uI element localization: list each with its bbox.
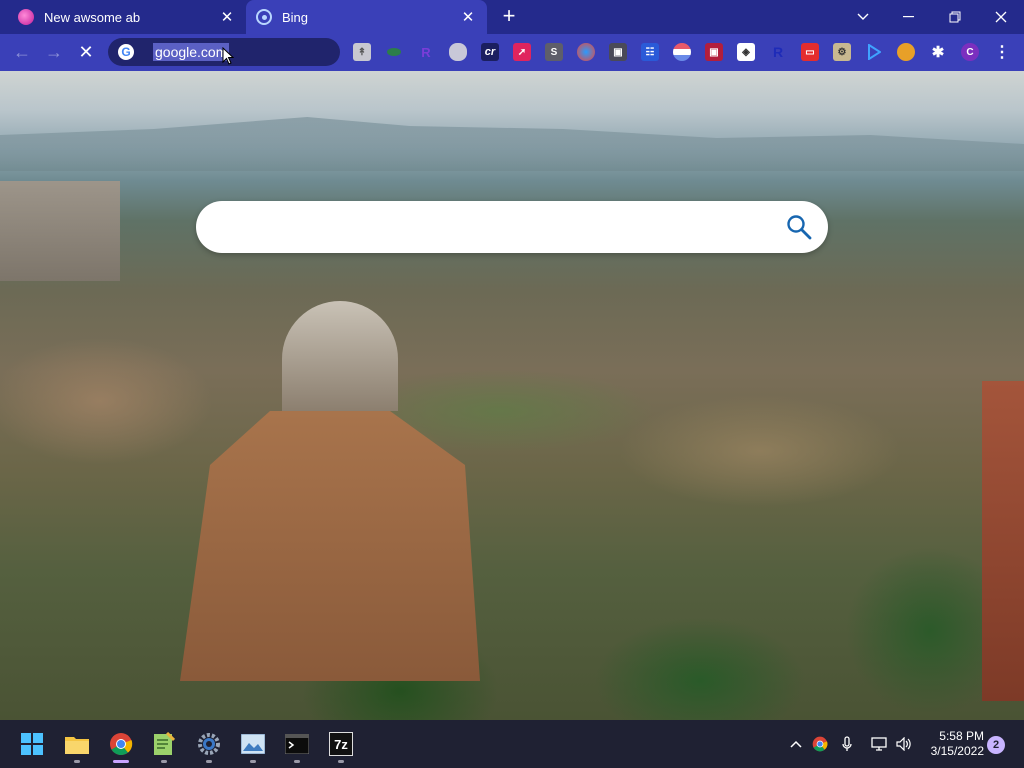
tab-bing[interactable]: Bing ✕ [246, 0, 487, 34]
tab-search-chevron-icon[interactable] [840, 0, 886, 34]
extension-icon[interactable] [897, 43, 915, 61]
running-indicator [161, 760, 167, 763]
extension-icon[interactable]: ▣ [609, 43, 627, 61]
settings-gear-icon[interactable] [197, 732, 221, 756]
restore-icon[interactable] [932, 0, 978, 34]
extension-icon[interactable]: S [545, 43, 563, 61]
tab-strip: New awsome ab ✕ Bing ✕ + [0, 0, 1024, 34]
browser-window: New awsome ab ✕ Bing ✕ + ← → ✕ G google.… [0, 0, 1024, 720]
extension-icon[interactable]: ▭ [801, 43, 819, 61]
active-indicator [113, 760, 129, 763]
network-icon[interactable] [870, 734, 888, 754]
tab-title: New awsome ab [44, 9, 141, 25]
background-colosseum [0, 181, 120, 281]
tab-close-icon[interactable]: ✕ [218, 8, 236, 26]
menu-kebab-icon[interactable]: ⋮ [993, 43, 1011, 61]
tray-chrome-icon[interactable] [811, 734, 829, 754]
windows-start-icon[interactable] [20, 732, 44, 756]
bing-favicon-icon [256, 9, 272, 25]
notification-badge[interactable]: 2 [987, 736, 1005, 754]
close-window-icon[interactable] [978, 0, 1024, 34]
file-explorer-icon[interactable] [65, 732, 89, 756]
extension-icon[interactable] [385, 43, 403, 61]
running-indicator [294, 760, 300, 763]
profile-avatar-icon[interactable]: C [961, 43, 979, 61]
cursor-extension-icon[interactable]: ➚ [513, 43, 531, 61]
new-tab-button[interactable]: + [497, 5, 521, 29]
extension-icon[interactable] [577, 43, 595, 61]
extension-icon[interactable]: cr [481, 43, 499, 61]
stop-loading-icon[interactable]: ✕ [72, 38, 100, 66]
chrome-icon[interactable] [109, 732, 133, 756]
extensions-puzzle-icon[interactable]: ✱ [929, 43, 947, 61]
mouse-cursor-icon [222, 47, 234, 65]
play-extension-icon[interactable] [865, 43, 883, 61]
running-indicator [206, 760, 212, 763]
address-input[interactable]: google.com [153, 43, 230, 61]
background-dome [282, 301, 398, 411]
running-indicator [74, 760, 80, 763]
notepad-plus-icon[interactable] [152, 732, 176, 756]
forward-arrow-icon[interactable]: → [40, 38, 68, 66]
tab-title: Bing [282, 9, 309, 25]
volume-icon[interactable] [895, 734, 913, 754]
photos-icon[interactable] [241, 732, 265, 756]
extension-icon[interactable]: ▣ [705, 43, 723, 61]
clock-date: 3/15/2022 [930, 744, 984, 758]
search-box[interactable] [196, 201, 828, 253]
tab-close-icon[interactable]: ✕ [459, 8, 477, 26]
google-icon: G [118, 44, 134, 60]
extension-icon[interactable]: R [769, 43, 787, 61]
tab-new-awsome[interactable]: New awsome ab ✕ [8, 0, 246, 34]
extension-icon[interactable]: R [417, 43, 435, 61]
running-indicator [250, 760, 256, 763]
extension-icon[interactable] [449, 43, 467, 61]
app-favicon-icon [18, 9, 34, 25]
7zip-icon[interactable]: 7z [329, 732, 353, 756]
clock-time: 5:58 PM [939, 729, 984, 743]
microphone-icon[interactable] [839, 734, 855, 754]
running-indicator [338, 760, 344, 763]
search-icon[interactable] [786, 214, 812, 240]
background-tower [982, 381, 1024, 701]
extension-icon[interactable]: ◈ [737, 43, 755, 61]
extension-icon[interactable]: ↟ [353, 43, 371, 61]
terminal-icon[interactable] [285, 732, 309, 756]
background-church [180, 411, 480, 681]
extension-icon[interactable]: ⚙ [833, 43, 851, 61]
minimize-icon[interactable] [886, 0, 932, 34]
extension-icon[interactable] [673, 43, 691, 61]
taskbar-clock[interactable]: 5:58 PM 3/15/2022 [918, 729, 984, 759]
extension-icon[interactable]: ☷ [641, 43, 659, 61]
background-hills [0, 117, 1024, 171]
bing-page [0, 71, 1024, 720]
show-hidden-icons-chevron-icon[interactable] [788, 734, 804, 754]
back-arrow-icon[interactable]: ← [8, 38, 36, 66]
